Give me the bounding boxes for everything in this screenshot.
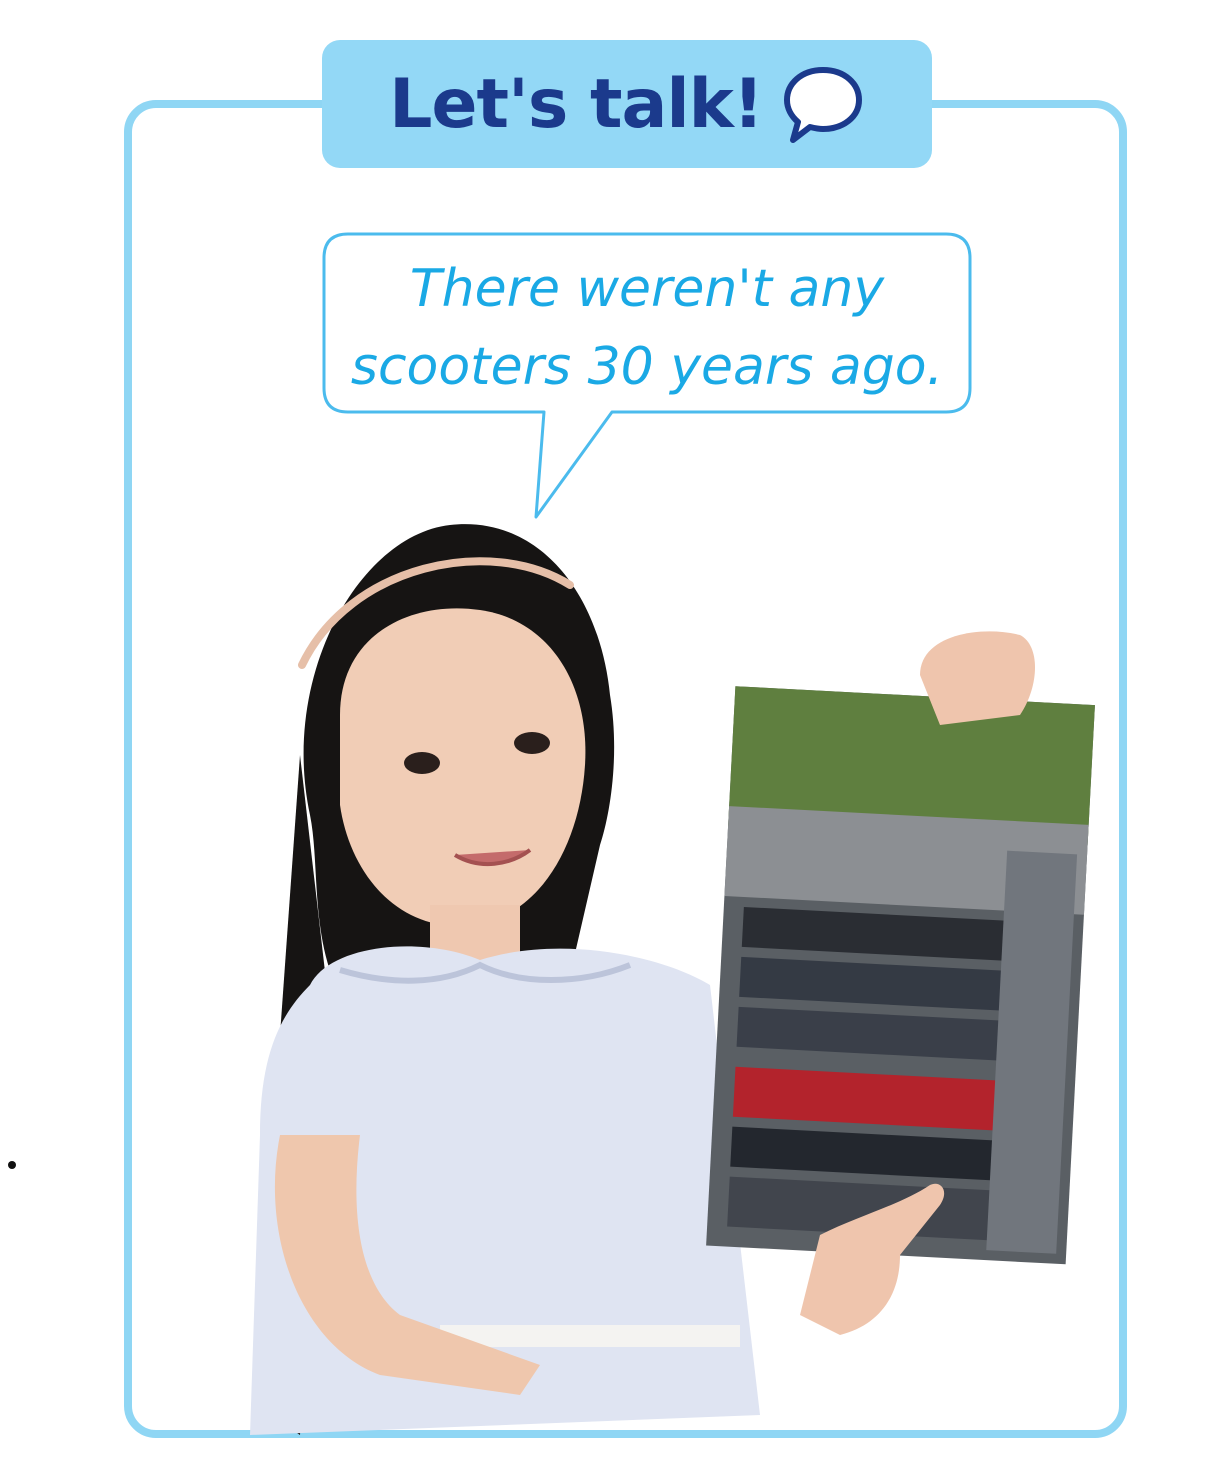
stray-mark — [8, 1161, 16, 1169]
speech-line-1: There weren't any — [409, 259, 885, 319]
girl-holding-photo-image — [250, 524, 1095, 1435]
speech-line-2: scooters 30 years ago. — [350, 337, 944, 397]
speech-bubble-icon — [783, 67, 862, 143]
speech-bubble-text: There weren't any scooters 30 years ago. — [322, 250, 972, 406]
lets-talk-panel: Let's talk! There weren't any scooters 3… — [0, 0, 1212, 1473]
header-title: Let's talk! — [389, 64, 764, 144]
speech-bubble: There weren't any scooters 30 years ago. — [322, 232, 972, 519]
header-tab: Let's talk! — [322, 40, 932, 168]
